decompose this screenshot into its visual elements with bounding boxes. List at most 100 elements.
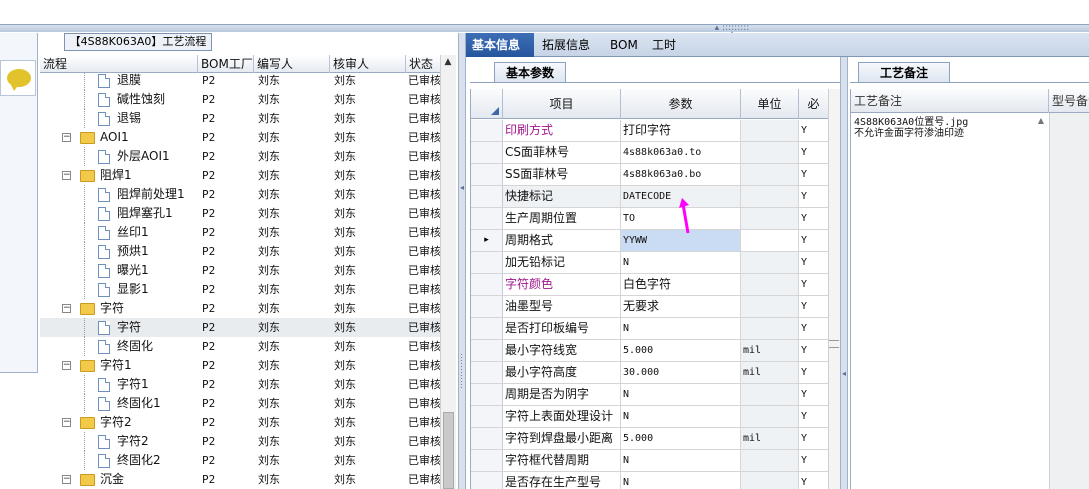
param-value-cell[interactable]: 5.000 [621,340,741,361]
tab-extended-info[interactable]: 拓展信息 [536,33,598,57]
tree-row[interactable]: 字符2 P2 刘东 刘东 已审核 [40,432,440,451]
param-row[interactable]: CS面菲林号 4s88k063a0.to Y [471,142,828,164]
parameter-grid[interactable]: 项目 参数 单位 必 印刷方式 打印字符 Y CS面菲林号 4s88k063a0.to Y… [470,89,828,489]
param-row[interactable]: 字符上表面处理设计 N Y [471,406,828,428]
splitter-arrow-icon[interactable]: ◂ [842,369,846,378]
column-header-process-note[interactable]: 工艺备注 [851,89,1049,113]
splitter-arrow-icon[interactable]: ◂ [460,183,464,192]
tree-row[interactable]: 退锡 P2 刘东 刘东 已审核 [40,109,440,128]
tree-row[interactable]: 退膜 P2 刘东 刘东 已审核 [40,73,440,90]
row-indicator[interactable] [471,274,503,295]
column-header-writer[interactable]: 编写人 [254,55,330,73]
param-row[interactable]: 快捷标记 DATECODE Y [471,186,828,208]
tree-row[interactable]: 终固化2 P2 刘东 刘东 已审核 [40,451,440,470]
tree-row[interactable]: 曝光1 P2 刘东 刘东 已审核 [40,261,440,280]
current-row-arrow-icon[interactable]: ▸ [471,230,503,251]
row-indicator[interactable] [471,142,503,163]
column-header-flow[interactable]: 流程 [40,55,198,73]
tree-row[interactable]: 阻焊前处理1 P2 刘东 刘东 已审核 [40,185,440,204]
param-row[interactable]: 是否存在生产型号 N Y [471,472,828,489]
tree-row[interactable]: 碱性蚀刻 P2 刘东 刘东 已审核 [40,90,440,109]
row-indicator[interactable] [471,296,503,317]
param-value-cell[interactable]: N [621,406,741,427]
column-header-required[interactable]: 必 [799,89,828,119]
tree-row[interactable]: − 沉金 P2 刘东 刘东 已审核 [40,470,440,489]
row-indicator[interactable] [471,428,503,449]
scroll-up-arrow-icon[interactable]: ▲ [1035,116,1047,126]
row-indicator[interactable] [471,252,503,273]
grid-scrollbar-grip[interactable] [829,340,839,348]
tree-row[interactable]: − 阻焊1 P2 刘东 刘东 已审核 [40,166,440,185]
tree-row[interactable]: − 字符1 P2 刘东 刘东 已审核 [40,356,440,375]
collapse-toggle-icon[interactable]: − [62,361,71,370]
row-indicator[interactable] [471,340,503,361]
tree-row[interactable]: − 字符2 P2 刘东 刘东 已审核 [40,413,440,432]
param-value-cell[interactable]: N [621,318,741,339]
column-header-value[interactable]: 参数 [621,89,741,119]
param-row[interactable]: 字符到焊盘最小距离 5.000 mil Y [471,428,828,450]
collapse-toggle-icon[interactable]: − [62,418,71,427]
tree-row[interactable]: − 字符 P2 刘东 刘东 已审核 [40,299,440,318]
tree-row[interactable]: 字符 P2 刘东 刘东 已审核 [40,318,440,337]
model-note-cell[interactable] [1049,113,1089,489]
tree-row[interactable]: 字符1 P2 刘东 刘东 已审核 [40,375,440,394]
vertical-splitter[interactable]: ◂ :::::: [458,33,466,489]
tree-row[interactable]: − AOI1 P2 刘东 刘东 已审核 [40,128,440,147]
grid-scrollbar[interactable] [828,89,840,489]
row-indicator[interactable] [471,164,503,185]
tab-work-hours[interactable]: 工时 [646,33,684,57]
row-indicator[interactable] [471,472,503,489]
notes-grid[interactable]: 工艺备注 型号备注 4S88K063A0位置号.jpg 不允许金面字符渗油印迹 … [850,89,1089,489]
param-value-cell[interactable]: 4s88k063a0.bo [621,164,741,185]
row-indicator[interactable] [471,384,503,405]
column-header-item[interactable]: 项目 [503,89,621,119]
tab-basic-params[interactable]: 基本参数 [494,62,566,83]
param-row[interactable]: 字符框代替周期 N Y [471,450,828,472]
param-row[interactable]: 周期是否为阴字 N Y [471,384,828,406]
process-note-text[interactable]: 4S88K063A0位置号.jpg 不允许金面字符渗油印迹 [854,117,1034,139]
splitter-grip-icon[interactable]: :::::: [460,352,463,390]
collapse-toggle-icon[interactable]: − [62,304,71,313]
param-value-cell[interactable]: 30.000 [621,362,741,383]
param-value-cell[interactable]: 5.000 [621,428,741,449]
param-row[interactable]: 印刷方式 打印字符 Y [471,120,828,142]
row-indicator[interactable] [471,186,503,207]
process-tree[interactable]: 退膜 P2 刘东 刘东 已审核 碱性蚀刻 P2 刘东 刘东 已审核 退锡 P2 刘东 刘东 已审核 − AOI1… [40,73,440,489]
param-row[interactable]: 油墨型号 无要求 Y [471,296,828,318]
param-value-cell[interactable]: 打印字符 [621,120,741,141]
param-value-cell[interactable]: N [621,384,741,405]
scroll-up-arrow-icon[interactable]: ▲ [440,57,456,71]
param-row[interactable]: SS面菲林号 4s88k063a0.bo Y [471,164,828,186]
tree-row[interactable]: 外层AOI1 P2 刘东 刘东 已审核 [40,147,440,166]
param-row[interactable]: 是否打印板编号 N Y [471,318,828,340]
param-row[interactable]: 生产周期位置 TO Y [471,208,828,230]
vertical-splitter-right[interactable]: ◂ [840,57,848,489]
collapse-toggle-icon[interactable]: − [62,133,71,142]
param-row[interactable]: 字符颜色 白色字符 Y [471,274,828,296]
row-indicator[interactable] [471,450,503,471]
param-value-cell[interactable]: 白色字符 [621,274,741,295]
param-row[interactable]: 加无铅标记 N Y [471,252,828,274]
param-value-cell[interactable]: N [621,252,741,273]
param-row[interactable]: 最小字符高度 30.000 mil Y [471,362,828,384]
param-row[interactable]: 最小字符线宽 5.000 mil Y [471,340,828,362]
param-row[interactable]: ▸ 周期格式 YYWW Y [471,230,828,252]
row-indicator[interactable] [471,120,503,141]
param-value-cell[interactable]: N [621,450,741,471]
tree-row[interactable]: 预烘1 P2 刘东 刘东 已审核 [40,242,440,261]
collapse-toggle-icon[interactable]: − [62,475,71,484]
tab-basic-info[interactable]: 基本信息 [466,33,534,57]
row-indicator[interactable] [471,318,503,339]
row-indicator[interactable] [471,362,503,383]
collapse-toggle-icon[interactable]: − [62,171,71,180]
column-header-unit[interactable]: 单位 [741,89,799,119]
tree-row[interactable]: 阻焊塞孔1 P2 刘东 刘东 已审核 [40,204,440,223]
tree-row[interactable]: 丝印1 P2 刘东 刘东 已审核 [40,223,440,242]
param-value-cell[interactable]: 4s88k063a0.to [621,142,741,163]
column-header-reviewer[interactable]: 核审人 [330,55,406,73]
param-value-cell[interactable]: 无要求 [621,296,741,317]
column-header-model-note[interactable]: 型号备注 [1049,89,1089,113]
row-indicator[interactable] [471,208,503,229]
tab-process-notes[interactable]: 工艺备注 [858,62,950,83]
tree-scrollbar-thumb[interactable] [443,412,454,489]
